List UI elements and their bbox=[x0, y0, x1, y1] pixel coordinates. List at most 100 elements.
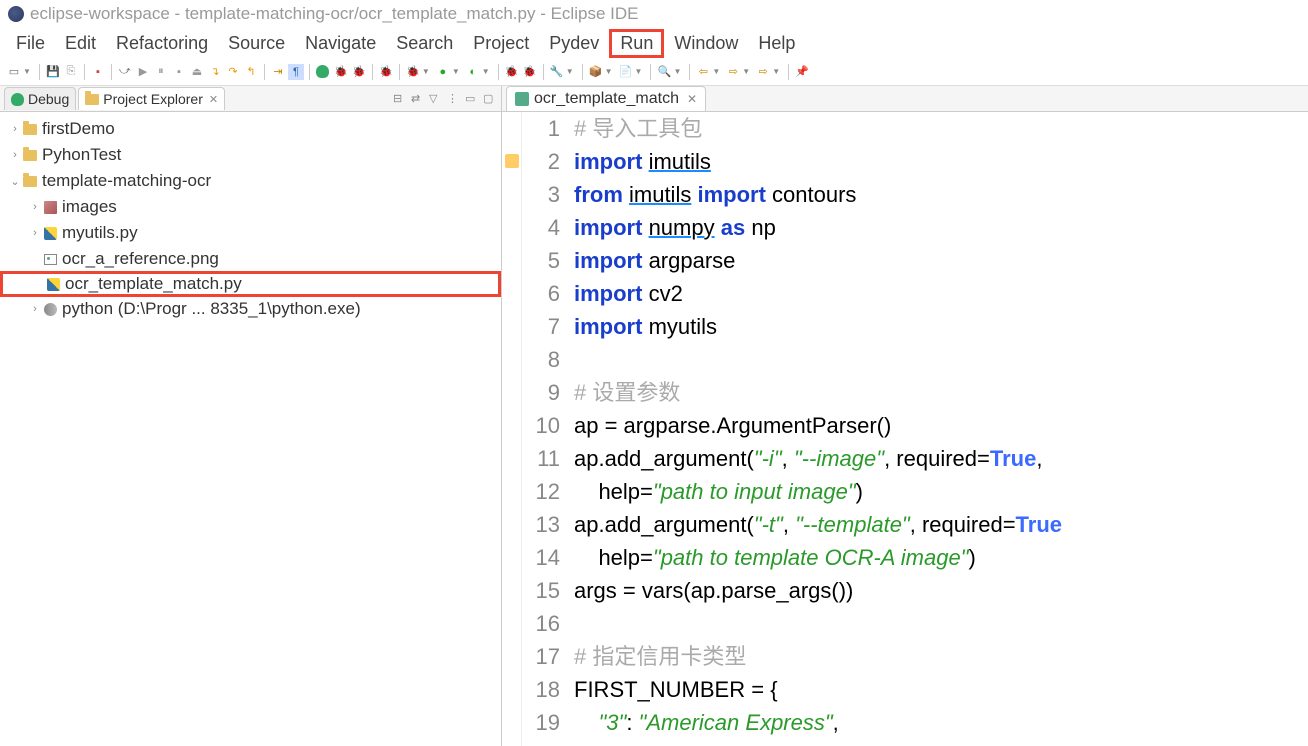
menu-search[interactable]: Search bbox=[386, 30, 463, 57]
chevron-right-icon[interactable]: › bbox=[8, 123, 22, 135]
warning-icon[interactable] bbox=[505, 154, 519, 168]
resume-icon[interactable]: ▶ bbox=[135, 64, 151, 80]
minimize-icon[interactable]: ▭ bbox=[465, 92, 479, 106]
ext-tools-icon[interactable]: 🔧 bbox=[549, 64, 565, 80]
new-module-icon[interactable]: 📄 bbox=[618, 64, 634, 80]
code-line[interactable]: import argparse bbox=[574, 244, 1308, 277]
menu-source[interactable]: Source bbox=[218, 30, 295, 57]
run-icon[interactable]: ● bbox=[435, 64, 451, 80]
code-line[interactable]: ap = argparse.ArgumentParser() bbox=[574, 409, 1308, 442]
filter-icon[interactable]: ▽ bbox=[429, 92, 443, 106]
back-icon[interactable]: ⇦ bbox=[695, 64, 711, 80]
menu-refactoring[interactable]: Refactoring bbox=[106, 30, 218, 57]
chevron-right-icon[interactable]: › bbox=[28, 227, 42, 239]
code-line[interactable]: args = vars(ap.parse_args()) bbox=[574, 574, 1308, 607]
tab-project-explorer[interactable]: Project Explorer ✕ bbox=[78, 87, 225, 110]
forward-icon[interactable]: ⇨ bbox=[725, 64, 741, 80]
code-line[interactable]: help="path to input image") bbox=[574, 475, 1308, 508]
bug-alt-icon[interactable]: 🐞 bbox=[351, 64, 367, 80]
terminate2-icon[interactable]: ▪ bbox=[171, 64, 187, 80]
collapse-all-icon[interactable]: ⊟ bbox=[393, 92, 407, 106]
step-return-icon[interactable]: ↰ bbox=[243, 64, 259, 80]
dropdown-icon[interactable]: ▼ bbox=[712, 67, 720, 76]
bug-py-icon[interactable]: 🐞 bbox=[378, 64, 394, 80]
search-icon[interactable]: 🔍 bbox=[656, 64, 672, 80]
chevron-right-icon[interactable]: › bbox=[28, 303, 42, 315]
menu-help[interactable]: Help bbox=[748, 30, 805, 57]
save-icon[interactable]: 💾 bbox=[45, 64, 61, 80]
menu-file[interactable]: File bbox=[6, 30, 55, 57]
code-line[interactable]: ap.add_argument("-t", "--template", requ… bbox=[574, 508, 1308, 541]
menu-pydev[interactable]: Pydev bbox=[539, 30, 609, 57]
tree-item[interactable]: ›images bbox=[0, 194, 501, 220]
bug-config-icon[interactable]: 🐞 bbox=[333, 64, 349, 80]
code-line[interactable]: "3": "American Express", bbox=[574, 706, 1308, 739]
mark-icon[interactable]: ⇥ bbox=[270, 64, 286, 80]
coverage-icon[interactable]: ◐ bbox=[465, 64, 481, 80]
tree-item[interactable]: ⌄template-matching-ocr bbox=[0, 168, 501, 194]
save-all-icon[interactable]: ⎘ bbox=[63, 64, 79, 80]
code-line[interactable] bbox=[574, 343, 1308, 376]
code-line[interactable]: # 指定信用卡类型 bbox=[574, 640, 1308, 673]
dropdown-icon[interactable]: ▼ bbox=[422, 67, 430, 76]
code-line[interactable]: ap.add_argument("-i", "--image", require… bbox=[574, 442, 1308, 475]
dropdown-icon[interactable]: ▼ bbox=[635, 67, 643, 76]
show-ws-icon[interactable]: ¶ bbox=[288, 64, 304, 80]
chevron-down-icon[interactable]: ⌄ bbox=[8, 175, 22, 188]
project-tree[interactable]: ›firstDemo›PyhonTest⌄template-matching-o… bbox=[0, 112, 501, 746]
tab-debug[interactable]: Debug bbox=[4, 87, 76, 110]
dropdown-icon[interactable]: ▼ bbox=[452, 67, 460, 76]
code-line[interactable]: # 导入工具包 bbox=[574, 112, 1308, 145]
code-line[interactable]: import numpy as np bbox=[574, 211, 1308, 244]
skip-breakpoints-icon[interactable]: ⤻ bbox=[117, 64, 133, 80]
suspend-icon[interactable]: ⏸ bbox=[153, 64, 169, 80]
maximize-icon[interactable]: ▢ bbox=[483, 92, 497, 106]
dropdown-icon[interactable]: ▼ bbox=[23, 67, 31, 76]
new-package-icon[interactable]: 📦 bbox=[588, 64, 604, 80]
dropdown-icon[interactable]: ▼ bbox=[566, 67, 574, 76]
run-server-icon[interactable]: 🐞 bbox=[522, 64, 538, 80]
close-icon[interactable]: ✕ bbox=[209, 93, 218, 106]
dropdown-icon[interactable]: ▼ bbox=[482, 67, 490, 76]
menu-project[interactable]: Project bbox=[463, 30, 539, 57]
pin-icon[interactable]: 📌 bbox=[794, 64, 810, 80]
dropdown-icon[interactable]: ▼ bbox=[742, 67, 750, 76]
debug-icon[interactable]: 🐞 bbox=[405, 64, 421, 80]
bug-icon[interactable] bbox=[315, 64, 331, 80]
code-line[interactable]: import cv2 bbox=[574, 277, 1308, 310]
terminate-icon[interactable]: ▪ bbox=[90, 64, 106, 80]
last-edit-icon[interactable]: ⇨ bbox=[755, 64, 771, 80]
tree-item[interactable]: ›firstDemo bbox=[0, 116, 501, 142]
dropdown-icon[interactable]: ▼ bbox=[605, 67, 613, 76]
menu-edit[interactable]: Edit bbox=[55, 30, 106, 57]
code-line[interactable]: # 设置参数 bbox=[574, 376, 1308, 409]
disconnect-icon[interactable]: ⏏ bbox=[189, 64, 205, 80]
tree-item[interactable]: ocr_a_reference.png bbox=[0, 246, 501, 272]
new-icon[interactable]: ▭ bbox=[6, 64, 22, 80]
debug-server-icon[interactable]: 🐞 bbox=[504, 64, 520, 80]
chevron-right-icon[interactable]: › bbox=[28, 201, 42, 213]
view-menu-icon[interactable]: ⋮ bbox=[447, 92, 461, 106]
code-line[interactable]: import myutils bbox=[574, 310, 1308, 343]
menu-window[interactable]: Window bbox=[664, 30, 748, 57]
dropdown-icon[interactable]: ▼ bbox=[673, 67, 681, 76]
code-editor[interactable]: 12345678910111213141516171819 # 导入工具包imp… bbox=[502, 112, 1308, 746]
close-icon[interactable]: ✕ bbox=[687, 92, 697, 106]
step-over-icon[interactable]: ↷ bbox=[225, 64, 241, 80]
dropdown-icon[interactable]: ▼ bbox=[772, 67, 780, 76]
code-lines[interactable]: # 导入工具包import imutilsfrom imutils import… bbox=[568, 112, 1308, 746]
menu-run[interactable]: Run bbox=[609, 29, 664, 58]
tree-item[interactable]: ›python (D:\Progr ... 8335_1\python.exe) bbox=[0, 296, 501, 322]
tree-item[interactable]: ›myutils.py bbox=[0, 220, 501, 246]
editor-tab[interactable]: ocr_template_match ✕ bbox=[506, 86, 706, 111]
chevron-right-icon[interactable]: › bbox=[8, 149, 22, 161]
code-line[interactable]: help="path to template OCR-A image") bbox=[574, 541, 1308, 574]
link-editor-icon[interactable]: ⇄ bbox=[411, 92, 425, 106]
code-line[interactable]: from imutils import contours bbox=[574, 178, 1308, 211]
menu-navigate[interactable]: Navigate bbox=[295, 30, 386, 57]
tree-item[interactable]: ›PyhonTest bbox=[0, 142, 501, 168]
code-line[interactable]: import imutils bbox=[574, 145, 1308, 178]
step-into-icon[interactable]: ↴ bbox=[207, 64, 223, 80]
code-line[interactable]: FIRST_NUMBER = { bbox=[574, 673, 1308, 706]
code-line[interactable] bbox=[574, 607, 1308, 640]
